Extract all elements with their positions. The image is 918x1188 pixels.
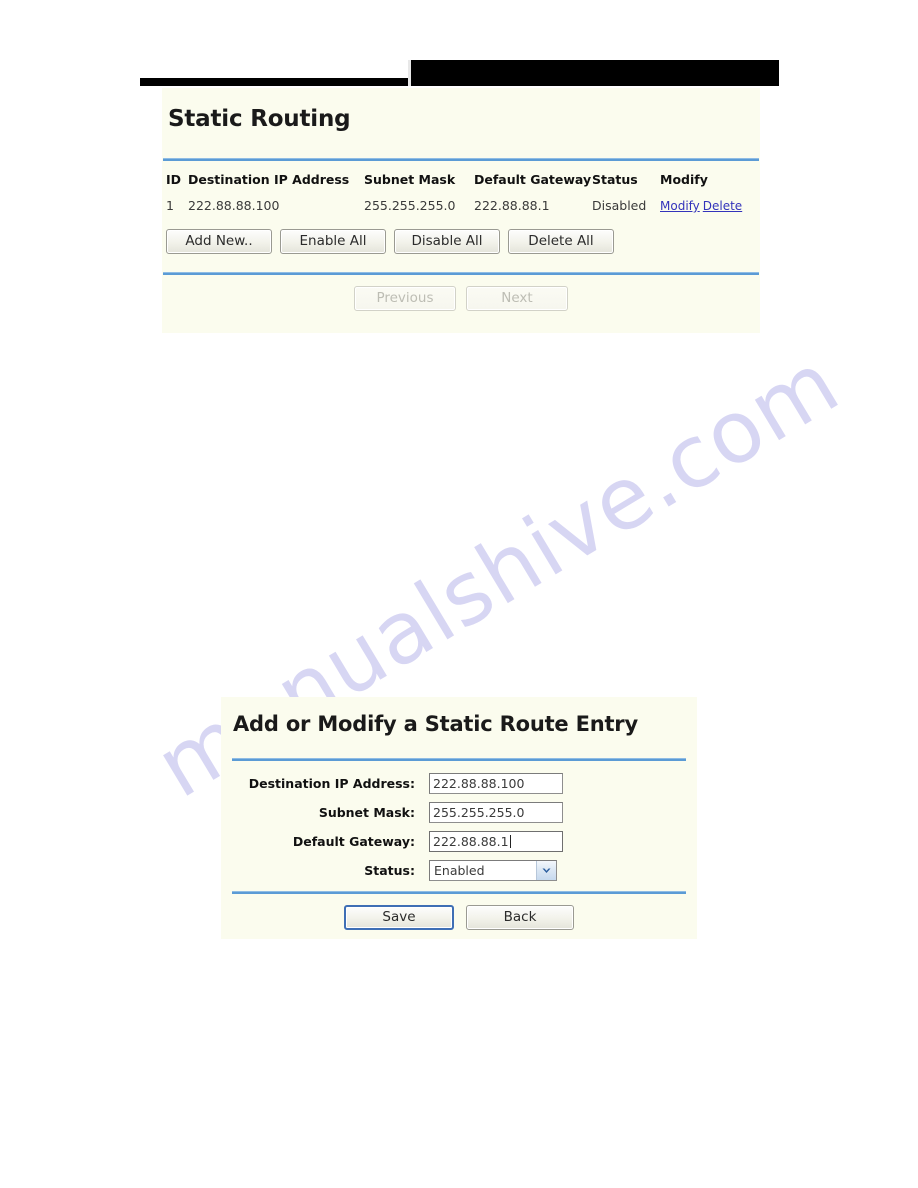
static-route-form: Destination IP Address: 222.88.88.100 Su… [221,773,697,881]
default-gateway-input[interactable]: 222.88.88.1 [429,831,563,852]
subnet-mask-input[interactable]: 255.255.255.0 [429,802,563,823]
add-new-button[interactable]: Add New.. [166,229,272,254]
cell-id: 1 [166,198,174,213]
panel-separator-bottom [163,272,759,275]
disable-all-button[interactable]: Disable All [394,229,500,254]
pagination-row: Previous Next [162,286,760,311]
status-label: Status: [364,863,415,878]
previous-button[interactable]: Previous [354,286,456,311]
subnet-mask-label: Subnet Mask: [318,805,415,820]
static-routing-panel: Static Routing ID Destination IP Address… [162,88,760,333]
back-button[interactable]: Back [466,905,574,930]
delete-link[interactable]: Delete [703,199,742,213]
default-gateway-value: 222.88.88.1 [433,834,509,849]
cell-destination: 222.88.88.100 [188,198,280,213]
destination-ip-label: Destination IP Address: [248,776,415,791]
column-header-id: ID [166,172,182,187]
entry-separator-top [232,758,686,761]
status-select[interactable]: Enabled [429,860,557,881]
entry-panel-title: Add or Modify a Static Route Entry [233,712,638,736]
text-caret [509,835,511,848]
destination-ip-input[interactable]: 222.88.88.100 [429,773,563,794]
cell-modify: Modify Delete [660,198,750,213]
panel-separator-top [163,158,759,161]
enable-all-button[interactable]: Enable All [280,229,386,254]
column-header-modify: Modify [660,172,708,187]
page-title: Static Routing [168,106,351,132]
scan-header-gap [408,60,411,86]
column-header-status: Status [592,172,638,187]
chevron-down-icon[interactable] [536,861,556,880]
modify-link[interactable]: Modify [660,199,700,213]
cell-gateway: 222.88.88.1 [474,198,550,213]
cell-subnet-mask: 255.255.255.0 [364,198,456,213]
column-header-gateway: Default Gateway [474,172,592,187]
form-row-default-gateway: Default Gateway: 222.88.88.1 [221,831,697,852]
form-row-status: Status: Enabled [221,860,697,881]
scan-header-rule [140,78,412,86]
static-routing-table: ID Destination IP Address Subnet Mask De… [166,172,750,213]
column-header-subnet-mask: Subnet Mask [364,172,456,187]
bulk-action-button-row: Add New.. Enable All Disable All Delete All [166,229,760,254]
save-button[interactable]: Save [344,905,454,930]
static-route-entry-panel: Add or Modify a Static Route Entry Desti… [221,697,697,939]
form-row-destination-ip: Destination IP Address: 222.88.88.100 [221,773,697,794]
table-row: 1 222.88.88.100 255.255.255.0 222.88.88.… [166,198,750,213]
table-header-row: ID Destination IP Address Subnet Mask De… [166,172,750,198]
cell-status: Disabled [592,198,647,213]
entry-button-row: Save Back [221,905,697,930]
default-gateway-label: Default Gateway: [292,834,415,849]
next-button[interactable]: Next [466,286,568,311]
form-row-subnet-mask: Subnet Mask: 255.255.255.0 [221,802,697,823]
entry-separator-bottom [232,891,686,894]
column-header-destination: Destination IP Address [188,172,350,187]
scan-header-black-block [411,60,779,86]
delete-all-button[interactable]: Delete All [508,229,614,254]
